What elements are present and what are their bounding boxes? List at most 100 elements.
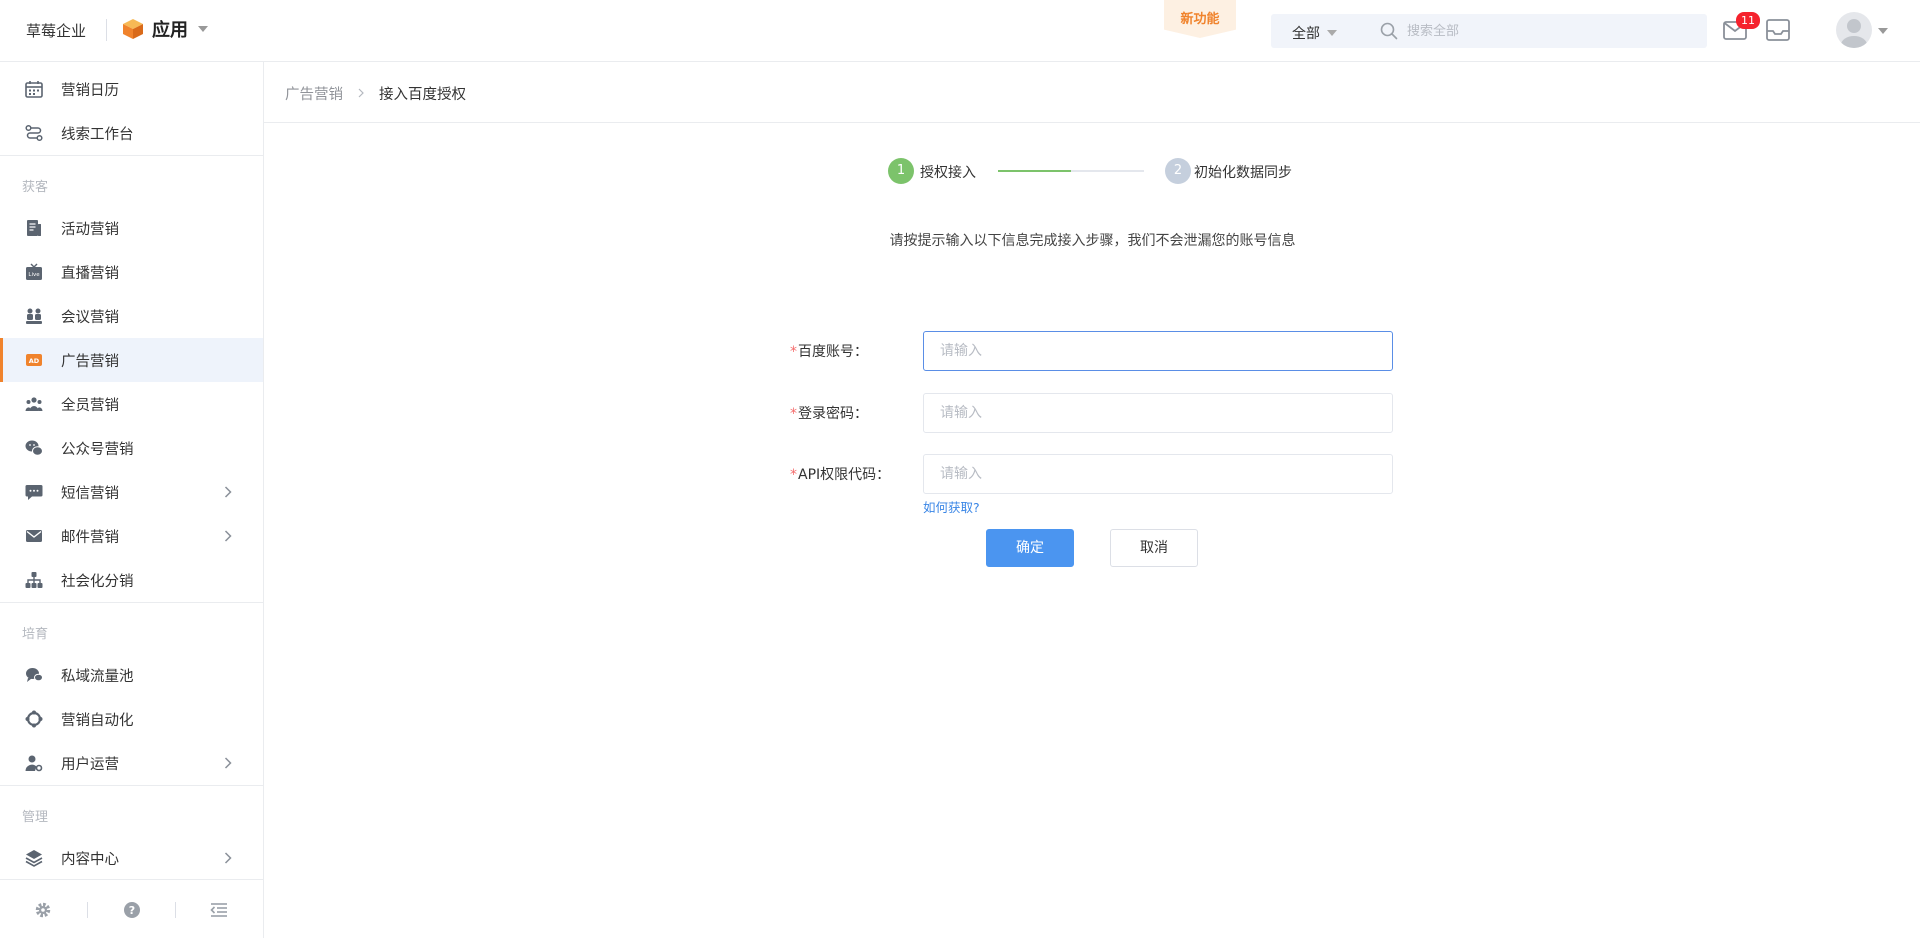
sidebar-item-label: 全员营销 bbox=[61, 398, 119, 414]
chat-bubbles-icon bbox=[26, 668, 43, 682]
chevron-right-icon bbox=[358, 88, 364, 98]
app-label: 应用 bbox=[152, 20, 188, 41]
sidebar-item-marketing-automation[interactable]: 营销自动化 bbox=[0, 697, 263, 741]
password-label: *登录密码： bbox=[790, 403, 868, 423]
sidebar: 营销日历 线索工作台 获客 活动营销 Live 直播营销 会议营销 AD 广告营… bbox=[0, 62, 264, 938]
step-indicator: 1 授权接入 2 初始化数据同步 bbox=[888, 158, 1298, 184]
sidebar-item-label: 活动营销 bbox=[61, 222, 119, 238]
password-label-text: 登录密码： bbox=[798, 406, 868, 422]
search-input[interactable] bbox=[1407, 20, 1697, 42]
sidebar-item-email-marketing[interactable]: 邮件营销 bbox=[0, 514, 263, 558]
global-search: 全部 bbox=[1271, 14, 1707, 48]
svg-text:Live: Live bbox=[28, 272, 40, 278]
chevron-right-icon bbox=[224, 852, 232, 864]
team-icon bbox=[25, 397, 43, 411]
user-icon bbox=[1841, 19, 1867, 48]
required-mark: * bbox=[790, 406, 797, 422]
ad-icon: AD bbox=[26, 354, 42, 366]
live-tv-icon: Live bbox=[26, 263, 42, 280]
automation-icon bbox=[25, 710, 43, 728]
user-settings-icon bbox=[25, 755, 43, 772]
baidu-account-input[interactable] bbox=[923, 331, 1393, 371]
how-to-get-link[interactable]: 如何获取? bbox=[923, 497, 980, 516]
login-password-input[interactable] bbox=[923, 393, 1393, 433]
sidebar-item-marketing-calendar[interactable]: 营销日历 bbox=[0, 67, 263, 111]
wechat-icon bbox=[25, 440, 43, 456]
company-name: 草莓企业 bbox=[26, 22, 87, 40]
document-icon bbox=[27, 220, 41, 236]
form-row-password: *登录密码： bbox=[780, 393, 1394, 433]
sidebar-item-sms-marketing[interactable]: 短信营销 bbox=[0, 470, 263, 514]
sidebar-item-label: 用户运营 bbox=[61, 757, 119, 773]
sidebar-item-label: 广告营销 bbox=[61, 354, 119, 370]
mail-icon bbox=[26, 530, 42, 542]
api-code-label: *API权限代码： bbox=[790, 464, 890, 484]
top-bar: 草莓企业 应用 新功能 全部 11 bbox=[0, 0, 1920, 62]
app-switcher[interactable]: 应用 bbox=[122, 16, 208, 42]
calendar-icon bbox=[25, 81, 43, 98]
sidebar-item-ad-marketing[interactable]: AD 广告营销 bbox=[0, 338, 263, 382]
gear-icon[interactable] bbox=[34, 901, 52, 919]
sidebar-item-label: 短信营销 bbox=[61, 486, 119, 502]
sidebar-item-label: 私域流量池 bbox=[61, 669, 134, 685]
chevron-right-icon bbox=[224, 530, 232, 542]
section-divider bbox=[0, 155, 263, 156]
collapse-menu-icon[interactable] bbox=[210, 901, 228, 919]
breadcrumb: 广告营销 接入百度授权 bbox=[264, 62, 1920, 123]
sidebar-item-label: 公众号营销 bbox=[61, 442, 134, 458]
section-divider bbox=[0, 602, 263, 603]
help-icon[interactable]: ? bbox=[123, 901, 141, 919]
step-1-label: 授权接入 bbox=[920, 165, 976, 181]
section-title: 获客 bbox=[22, 180, 49, 195]
sidebar-item-wechat-marketing[interactable]: 公众号营销 bbox=[0, 426, 263, 470]
api-code-input[interactable] bbox=[923, 454, 1393, 494]
sidebar-item-lead-workbench[interactable]: 线索工作台 bbox=[0, 111, 263, 155]
sidebar-item-all-staff-marketing[interactable]: 全员营销 bbox=[0, 382, 263, 426]
brand-divider bbox=[106, 19, 107, 41]
form-row-api-code: *API权限代码： bbox=[780, 454, 1394, 494]
sidebar-item-label: 线索工作台 bbox=[61, 127, 134, 143]
sidebar-item-label: 直播营销 bbox=[61, 266, 119, 282]
step-1-number: 1 bbox=[888, 158, 914, 184]
chevron-down-icon[interactable] bbox=[1878, 28, 1888, 34]
required-mark: * bbox=[790, 344, 797, 360]
sidebar-item-live-marketing[interactable]: Live 直播营销 bbox=[0, 250, 263, 294]
sms-icon bbox=[25, 485, 43, 500]
chevron-right-icon bbox=[224, 486, 232, 498]
search-icon bbox=[1380, 22, 1398, 40]
step-progress-track bbox=[998, 170, 1144, 172]
sidebar-item-private-traffic-pool[interactable]: 私域流量池 bbox=[0, 653, 263, 697]
search-scope-label: 全部 bbox=[1292, 26, 1320, 42]
sidebar-item-label: 营销日历 bbox=[61, 83, 119, 99]
chevron-right-icon bbox=[224, 757, 232, 769]
footer-divider bbox=[87, 902, 88, 918]
sidebar-item-label: 营销自动化 bbox=[61, 713, 134, 729]
breadcrumb-parent-link[interactable]: 广告营销 bbox=[285, 83, 343, 104]
sidebar-item-social-distribution[interactable]: 社会化分销 bbox=[0, 558, 263, 602]
footer-divider bbox=[175, 902, 176, 918]
unread-count-badge: 11 bbox=[1736, 12, 1760, 29]
svg-text:?: ? bbox=[129, 904, 135, 917]
avatar[interactable] bbox=[1836, 12, 1872, 48]
step-2-number: 2 bbox=[1165, 158, 1191, 184]
cancel-button[interactable]: 取消 bbox=[1110, 529, 1198, 567]
sidebar-item-content-center[interactable]: 内容中心 bbox=[0, 836, 263, 880]
inbox-icon[interactable] bbox=[1765, 18, 1791, 42]
required-mark: * bbox=[790, 467, 797, 483]
search-scope-select[interactable]: 全部 bbox=[1292, 23, 1337, 43]
sidebar-item-user-operation[interactable]: 用户运营 bbox=[0, 741, 263, 785]
breadcrumb-current: 接入百度授权 bbox=[379, 87, 466, 103]
layers-icon bbox=[25, 850, 43, 867]
confirm-button[interactable]: 确定 bbox=[986, 529, 1074, 567]
api-code-label-text: API权限代码： bbox=[798, 467, 891, 483]
sidebar-item-label: 社会化分销 bbox=[61, 574, 134, 590]
new-feature-tag[interactable]: 新功能 bbox=[1164, 0, 1236, 38]
cube-icon bbox=[123, 19, 143, 39]
section-divider bbox=[0, 785, 263, 786]
sidebar-item-label: 内容中心 bbox=[61, 852, 119, 868]
sidebar-item-label: 会议营销 bbox=[61, 310, 119, 326]
sidebar-footer: ? bbox=[0, 879, 263, 938]
sidebar-item-event-marketing[interactable]: 活动营销 bbox=[0, 206, 263, 250]
sidebar-item-meeting-marketing[interactable]: 会议营销 bbox=[0, 294, 263, 338]
section-title: 管理 bbox=[22, 810, 49, 825]
